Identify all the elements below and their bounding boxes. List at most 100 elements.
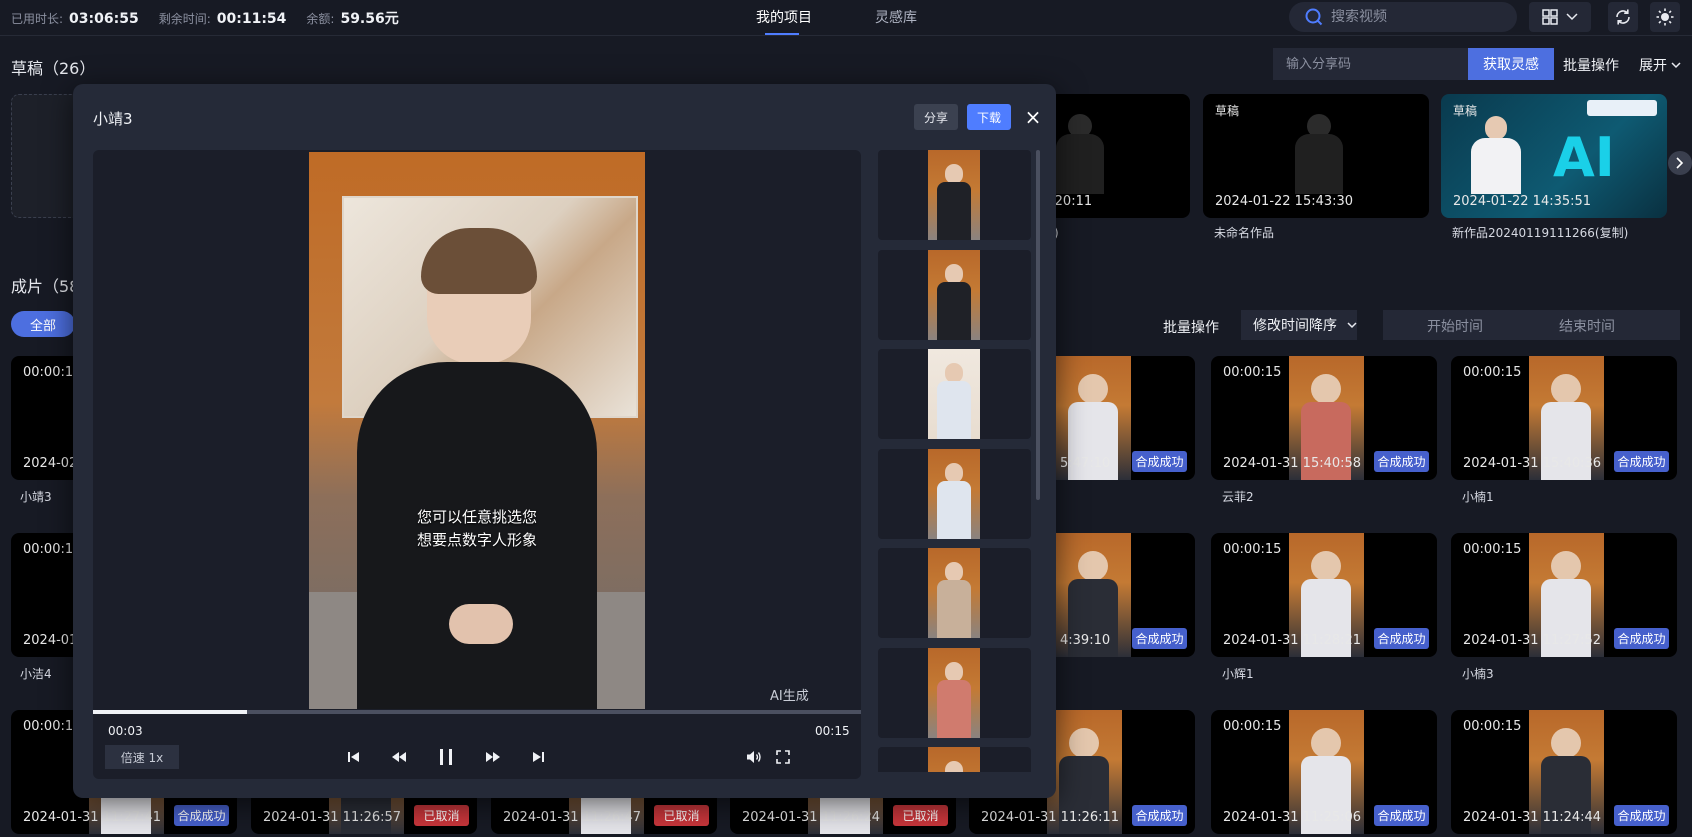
share-code-input[interactable] [1273,48,1469,80]
avatar-thumbnail[interactable] [878,648,1031,738]
status-badge: 合成成功 [1614,451,1669,472]
scroll-right-button[interactable] [1668,151,1692,175]
films-batch-button[interactable]: 批量操作 [1163,317,1219,337]
rewind-icon[interactable] [386,744,412,770]
close-icon: × [1024,105,1042,129]
share-button[interactable]: 分享 [914,104,958,130]
expand-label: 展开 [1639,58,1667,74]
sort-label: 修改时间降序 [1253,318,1337,334]
date-range-picker[interactable]: 开始时间 结束时间 [1383,310,1680,340]
avatar-thumbnail-list[interactable] [878,150,1031,772]
fast-forward-icon[interactable] [480,744,506,770]
video-duration: 00:00:15 [1463,542,1522,557]
draft-card[interactable]: 草稿 AI 2024-01-22 14:35:51 [1441,94,1667,218]
ai-graphic-text: AI [1553,126,1615,189]
video-time: 2024-01-31 11:27:41 [23,810,162,825]
start-time-input[interactable]: 开始时间 [1427,316,1483,336]
volume-icon[interactable] [741,744,767,770]
avatar-body [1056,134,1104,194]
video-time: 2024-01-31 11:28:21 [1223,633,1362,648]
draft-time: 2024-01-22 14:35:51 [1453,194,1592,209]
close-button[interactable]: × [1020,104,1046,130]
skip-next-icon[interactable] [525,744,551,770]
expand-button[interactable]: 展开 [1639,55,1681,75]
sort-dropdown[interactable]: 修改时间降序 [1241,310,1357,340]
status-badge: 合成成功 [174,805,229,826]
total-time: 00:15 [815,724,850,738]
top-bar: 已用时长: 03:06:55 剩余时间: 00:11:54 余额: 59.56元… [0,0,1692,36]
filter-all-button[interactable]: 全部 [11,311,75,337]
end-time-input[interactable]: 结束时间 [1559,316,1615,336]
grid-icon [1542,9,1558,25]
modal-title: 小靖3 [93,110,133,128]
video-time: 2024-01-31 11:26:11 [981,810,1120,825]
search-icon[interactable] [1305,8,1323,26]
avatar-body [1471,138,1521,194]
video-duration: 00:00:15 [1223,719,1282,734]
skip-previous-icon[interactable] [341,744,367,770]
subtitle-line-1: 您可以任意挑选您 [416,508,537,526]
get-inspiration-button[interactable]: 获取灵感 [1468,48,1554,80]
avatar-thumbnail[interactable] [878,548,1031,638]
draft-time: 2024-01-22 15:43:30 [1215,194,1354,209]
thumbnail-scrollbar[interactable] [1036,150,1040,500]
status-badge: 合成成功 [1614,628,1669,649]
avatar-figure [1485,116,1507,140]
video-frame[interactable] [309,152,645,709]
subtitle-line-2: 想要点数字人形象 [416,531,537,549]
remaining-time-value: 00:11:54 [216,11,287,27]
theme-toggle-button[interactable] [1650,2,1680,32]
avatar-thumbnail[interactable] [878,150,1031,240]
presenter-hands [449,604,513,644]
video-name: 云菲2 [1222,490,1254,504]
search-input[interactable] [1331,9,1501,25]
video-duration: 00:00:15 [1463,719,1522,734]
status-badge: 已取消 [414,805,469,826]
video-time: 2024-01-31 11:26:57 [263,810,402,825]
avatar-thumbnail[interactable] [878,747,1031,772]
video-time: 4:39:10 [1060,633,1111,648]
status-badge: 合成成功 [1132,805,1187,826]
video-name: 小靖3 [20,490,52,504]
logo-icon [1587,100,1657,116]
view-mode-dropdown[interactable] [1529,2,1591,32]
new-draft-card[interactable] [11,94,81,218]
video-player[interactable]: 您可以任意挑选您 想要点数字人形象 AI生成 00:03 00:15 倍速 1x [93,150,861,779]
chevron-right-icon [1676,157,1684,169]
active-tab-indicator [765,33,799,35]
fullscreen-icon[interactable] [770,744,796,770]
draft-card[interactable]: 草稿 2024-01-22 15:43:30 [1203,94,1429,218]
video-duration: 00:00:15 [1223,542,1282,557]
video-card[interactable]: 00:00:15 2024-01-31 15:40:36 合成成功 [1451,356,1677,480]
tab-my-projects[interactable]: 我的项目 [756,7,812,27]
video-time: 5:47:10 [1060,456,1111,471]
video-preview-modal: 小靖3 分享 下载 × 您可以任意挑选您 想要点数字人形象 AI生成 00:03… [73,84,1056,798]
pause-icon[interactable] [433,744,459,770]
video-card[interactable]: 00:00:15 2024-01-31 11:27:52 合成成功 [1451,533,1677,657]
draft-badge: 草稿 [1453,104,1478,118]
tab-inspiration-library[interactable]: 灵感库 [875,7,917,27]
video-card[interactable]: 00:00:15 2024-01-31 11:25:06 合成成功 [1211,710,1437,834]
status-badge: 合成成功 [1374,805,1429,826]
drafts-title: 草稿（26） [11,59,96,78]
video-card[interactable]: 00:00:15 2024-01-31 11:28:21 合成成功 [1211,533,1437,657]
avatar-thumbnail[interactable] [878,449,1031,539]
refresh-button[interactable] [1608,2,1638,32]
download-button[interactable]: 下载 [967,104,1011,130]
avatar-thumbnail[interactable] [878,349,1031,439]
used-time-value: 03:06:55 [69,11,139,27]
avatar-thumbnail[interactable] [878,250,1031,340]
video-card[interactable]: 00:00:15 2024-01-31 15:40:58 合成成功 [1211,356,1437,480]
balance-value: 59.56元 [340,11,399,27]
video-subtitle: 您可以任意挑选您 想要点数字人形象 [309,506,645,552]
video-card[interactable]: 00:00:15 2024-01-31 11:24:44 合成成功 [1451,710,1677,834]
video-time: 2024-01-31 11:25:06 [1223,810,1362,825]
drafts-batch-button[interactable]: 批量操作 [1563,55,1619,75]
video-time: 2024-01-31 15:40:36 [1463,456,1602,471]
chevron-down-icon [1347,321,1357,329]
playback-speed-button[interactable]: 倍速 1x [105,745,179,769]
search-box[interactable] [1289,2,1517,32]
status-badge: 已取消 [893,805,948,826]
chevron-down-icon [1566,13,1578,21]
remaining-time-label: 剩余时间: [158,12,211,26]
